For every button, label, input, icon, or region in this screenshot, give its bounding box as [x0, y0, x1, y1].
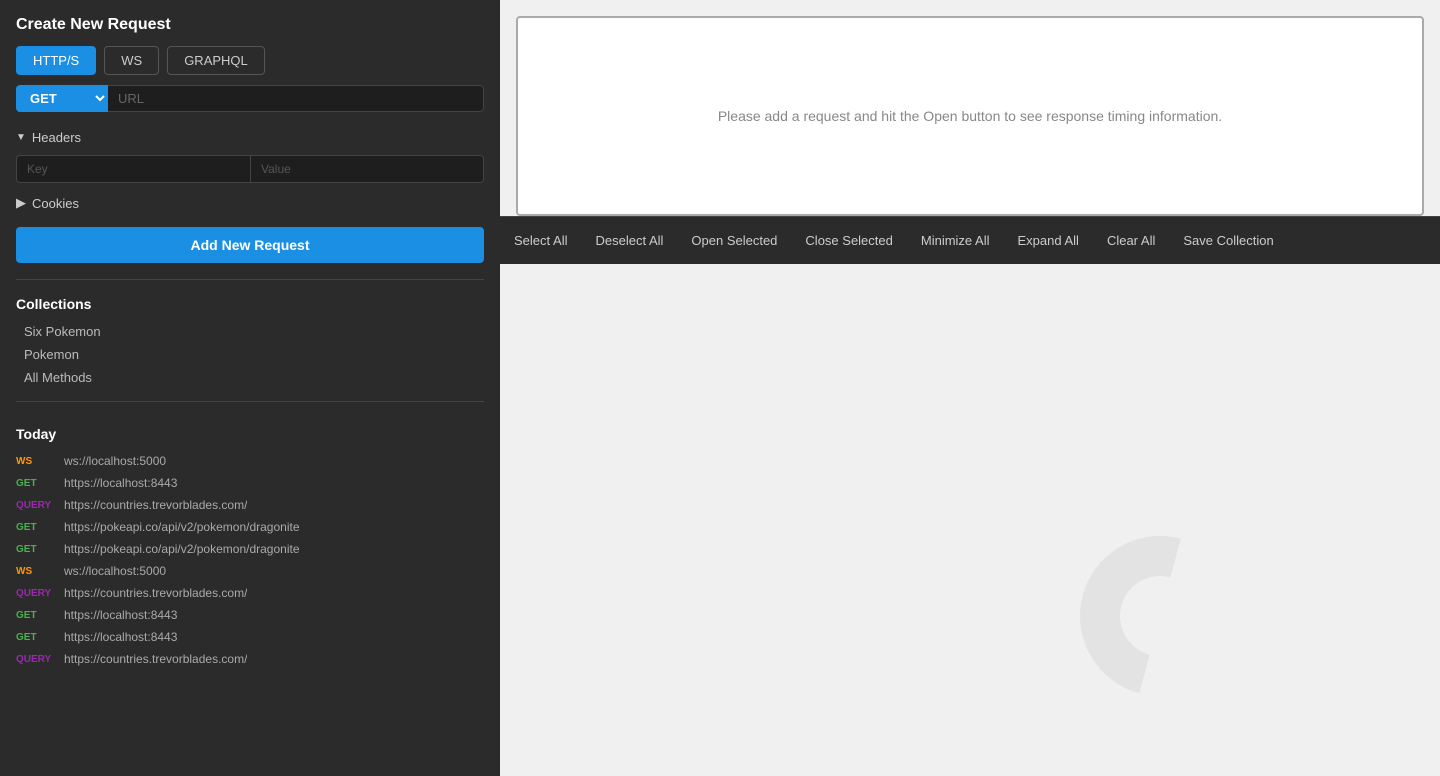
collection-item-pokemon[interactable]: Pokemon — [0, 343, 500, 366]
collection-item-all-methods[interactable]: All Methods — [0, 366, 500, 389]
history-url: https://countries.trevorblades.com/ — [64, 498, 247, 512]
toolbar-open-selected[interactable]: Open Selected — [677, 225, 791, 256]
history-url: https://countries.trevorblades.com/ — [64, 586, 247, 600]
history-method-badge: GET — [16, 522, 56, 533]
history-title: Today — [0, 414, 500, 450]
history-item[interactable]: GET https://localhost:8443 — [0, 472, 500, 494]
history-method-badge: QUERY — [16, 500, 56, 511]
method-select[interactable]: GET POST PUT DELETE PATCH — [16, 85, 108, 112]
sidebar-title: Create New Request — [0, 0, 500, 46]
headers-section[interactable]: ▼ Headers — [0, 124, 500, 151]
protocol-buttons: HTTP/S WS GRAPHQL — [0, 46, 500, 85]
history-item[interactable]: GET https://pokeapi.co/api/v2/pokemon/dr… — [0, 538, 500, 560]
history-item[interactable]: QUERY https://countries.trevorblades.com… — [0, 648, 500, 670]
history-method-badge: GET — [16, 478, 56, 489]
cookies-arrow: ▶ — [16, 195, 26, 211]
toolbar-deselect-all[interactable]: Deselect All — [581, 225, 677, 256]
cookies-label: Cookies — [32, 196, 79, 211]
history-url: ws://localhost:5000 — [64, 454, 166, 468]
history-url: https://localhost:8443 — [64, 476, 177, 490]
history-method-badge: QUERY — [16, 588, 56, 599]
toolbar-close-selected[interactable]: Close Selected — [791, 225, 906, 256]
collections-title: Collections — [0, 292, 500, 320]
empty-area — [500, 264, 1440, 776]
header-value-input[interactable] — [250, 155, 484, 183]
url-input[interactable] — [108, 85, 484, 112]
headers-grid — [16, 155, 484, 183]
history-method-badge: GET — [16, 544, 56, 555]
history-method-badge: GET — [16, 632, 56, 643]
method-url-row: GET POST PUT DELETE PATCH — [0, 85, 500, 124]
history-url: https://localhost:8443 — [64, 608, 177, 622]
history-method-badge: QUERY — [16, 654, 56, 665]
history-url: https://localhost:8443 — [64, 630, 177, 644]
main-panel: Please add a request and hit the Open bu… — [500, 0, 1440, 776]
sidebar: Create New Request HTTP/S WS GRAPHQL GET… — [0, 0, 500, 776]
history-method-badge: WS — [16, 566, 56, 577]
history-item[interactable]: GET https://pokeapi.co/api/v2/pokemon/dr… — [0, 516, 500, 538]
history-list: WS ws://localhost:5000 GET https://local… — [0, 450, 500, 670]
history-item[interactable]: GET https://localhost:8443 — [0, 626, 500, 648]
history-url: https://pokeapi.co/api/v2/pokemon/dragon… — [64, 542, 300, 556]
toolbar-save-collection[interactable]: Save Collection — [1169, 225, 1287, 256]
logo-c-shape — [1051, 507, 1270, 726]
history-item[interactable]: QUERY https://countries.trevorblades.com… — [0, 582, 500, 604]
header-key-input[interactable] — [16, 155, 250, 183]
add-request-button[interactable]: Add New Request — [16, 227, 484, 263]
preview-panel: Please add a request and hit the Open bu… — [516, 16, 1424, 216]
headers-label: Headers — [32, 130, 81, 145]
preview-placeholder: Please add a request and hit the Open bu… — [698, 48, 1242, 184]
sidebar-divider-1 — [16, 279, 484, 280]
protocol-ws[interactable]: WS — [104, 46, 159, 75]
cookies-section[interactable]: ▶ Cookies — [0, 191, 500, 219]
protocol-graphql[interactable]: GRAPHQL — [167, 46, 265, 75]
history-item[interactable]: QUERY https://countries.trevorblades.com… — [0, 494, 500, 516]
history-url: ws://localhost:5000 — [64, 564, 166, 578]
history-url: https://pokeapi.co/api/v2/pokemon/dragon… — [64, 520, 300, 534]
headers-arrow: ▼ — [16, 132, 26, 143]
collection-item-six-pokemon[interactable]: Six Pokemon — [0, 320, 500, 343]
toolbar-select-all[interactable]: Select All — [500, 225, 581, 256]
history-item[interactable]: WS ws://localhost:5000 — [0, 560, 500, 582]
toolbar: Select AllDeselect AllOpen SelectedClose… — [500, 216, 1440, 264]
toolbar-expand-all[interactable]: Expand All — [1004, 225, 1093, 256]
toolbar-clear-all[interactable]: Clear All — [1093, 225, 1169, 256]
logo-watermark — [1080, 536, 1240, 696]
history-method-badge: GET — [16, 610, 56, 621]
history-url: https://countries.trevorblades.com/ — [64, 652, 247, 666]
toolbar-minimize-all[interactable]: Minimize All — [907, 225, 1004, 256]
history-item[interactable]: WS ws://localhost:5000 — [0, 450, 500, 472]
protocol-https[interactable]: HTTP/S — [16, 46, 96, 75]
history-method-badge: WS — [16, 456, 56, 467]
sidebar-divider-2 — [16, 401, 484, 402]
history-item[interactable]: GET https://localhost:8443 — [0, 604, 500, 626]
